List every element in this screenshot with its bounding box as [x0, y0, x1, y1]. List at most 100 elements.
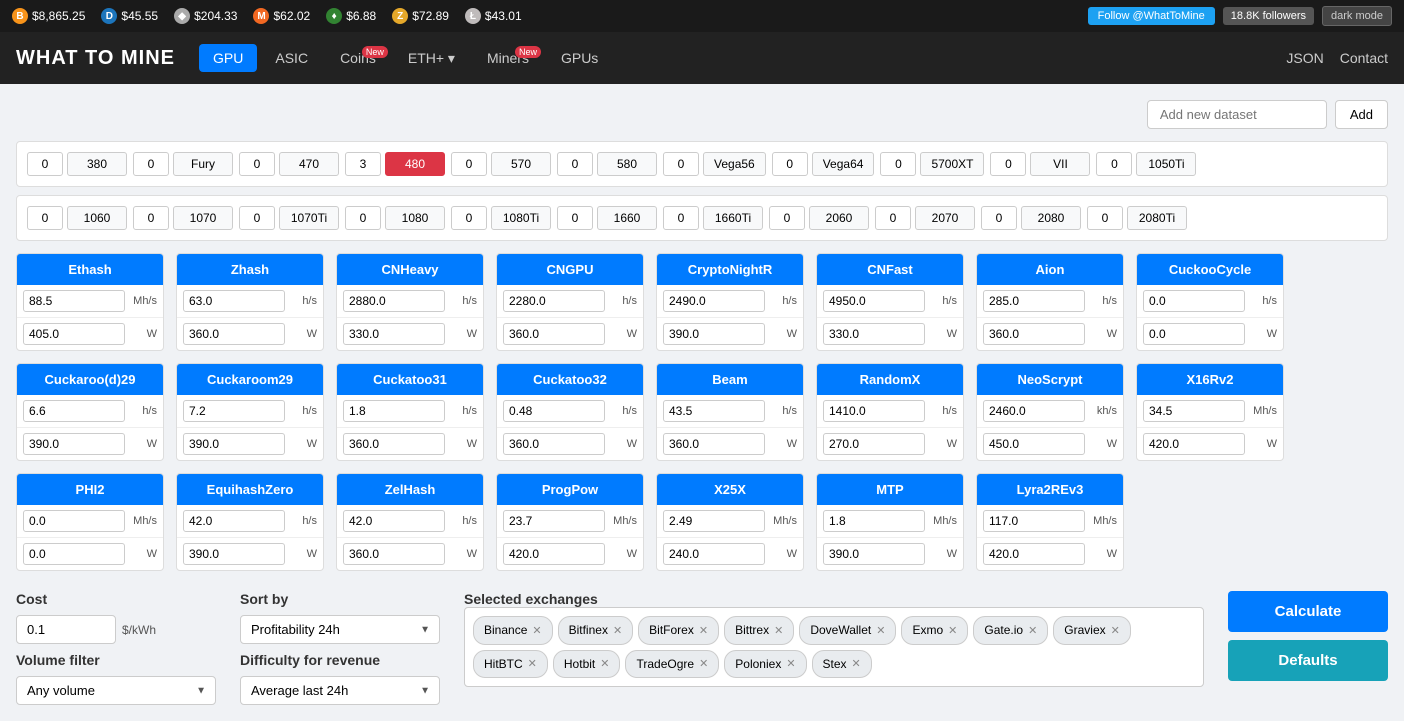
algo-power-input[interactable]: [183, 433, 285, 455]
algo-power-input[interactable]: [663, 433, 765, 455]
algo-header[interactable]: Cuckatoo32: [497, 364, 643, 395]
algo-hashrate-input[interactable]: [1143, 290, 1245, 312]
gpu-count-input[interactable]: [663, 152, 699, 176]
sort-select[interactable]: Profitability 24h Profitability 1h Reven…: [240, 615, 440, 644]
algo-header[interactable]: Lyra2REv3: [977, 474, 1123, 505]
algo-power-input[interactable]: [983, 543, 1085, 565]
gpu-name-button[interactable]: 1080: [385, 206, 445, 230]
algo-header[interactable]: Beam: [657, 364, 803, 395]
gpu-name-button[interactable]: 2080: [1021, 206, 1081, 230]
add-dataset-button[interactable]: Add: [1335, 100, 1388, 129]
algo-hashrate-input[interactable]: [503, 290, 605, 312]
algo-hashrate-input[interactable]: [503, 510, 605, 532]
dataset-input[interactable]: [1147, 100, 1327, 129]
gpu-name-button[interactable]: 1660Ti: [703, 206, 763, 230]
gpu-name-button[interactable]: Vega56: [703, 152, 766, 176]
algo-hashrate-input[interactable]: [663, 510, 765, 532]
algo-header[interactable]: EquihashZero: [177, 474, 323, 505]
algo-hashrate-input[interactable]: [343, 290, 445, 312]
algo-header[interactable]: Aion: [977, 254, 1123, 285]
algo-power-input[interactable]: [343, 433, 445, 455]
algo-power-input[interactable]: [1143, 433, 1245, 455]
algo-hashrate-input[interactable]: [343, 510, 445, 532]
exchange-remove[interactable]: ✕: [613, 624, 622, 637]
gpu-count-input[interactable]: [451, 206, 487, 230]
algo-power-input[interactable]: [183, 323, 285, 345]
gpu-name-button[interactable]: 1660: [597, 206, 657, 230]
algo-power-input[interactable]: [23, 543, 125, 565]
nav-item-coins[interactable]: Coins New: [326, 44, 390, 72]
algo-header[interactable]: CryptoNightR: [657, 254, 803, 285]
exchange-remove[interactable]: ✕: [948, 624, 957, 637]
exchange-remove[interactable]: ✕: [852, 657, 861, 670]
gpu-name-button[interactable]: 1060: [67, 206, 127, 230]
gpu-count-input[interactable]: [27, 206, 63, 230]
algo-hashrate-input[interactable]: [183, 290, 285, 312]
algo-hashrate-input[interactable]: [343, 400, 445, 422]
gpu-name-button[interactable]: Fury: [173, 152, 233, 176]
algo-power-input[interactable]: [23, 323, 125, 345]
gpu-count-input[interactable]: [27, 152, 63, 176]
nav-item-eth[interactable]: ETH+ ▾: [394, 44, 469, 73]
algo-hashrate-input[interactable]: [23, 290, 125, 312]
algo-hashrate-input[interactable]: [1143, 400, 1245, 422]
algo-header[interactable]: PHI2: [17, 474, 163, 505]
nav-item-gpu[interactable]: GPU: [199, 44, 257, 72]
algo-header[interactable]: Cuckatoo31: [337, 364, 483, 395]
defaults-button[interactable]: Defaults: [1228, 640, 1388, 681]
gpu-count-input[interactable]: [981, 206, 1017, 230]
gpu-count-input[interactable]: [990, 152, 1026, 176]
exchange-remove[interactable]: ✕: [774, 624, 783, 637]
algo-header[interactable]: Ethash: [17, 254, 163, 285]
exchange-remove[interactable]: ✕: [528, 657, 537, 670]
gpu-count-input[interactable]: [875, 206, 911, 230]
algo-power-input[interactable]: [663, 323, 765, 345]
algo-header[interactable]: Cuckaroom29: [177, 364, 323, 395]
exchange-remove[interactable]: ✕: [1111, 624, 1120, 637]
gpu-count-input[interactable]: [239, 152, 275, 176]
algo-header[interactable]: RandomX: [817, 364, 963, 395]
gpu-name-button[interactable]: 2070: [915, 206, 975, 230]
algo-hashrate-input[interactable]: [823, 400, 925, 422]
gpu-count-input[interactable]: [451, 152, 487, 176]
follow-button[interactable]: Follow @WhatToMine: [1088, 7, 1215, 25]
algo-header[interactable]: NeoScrypt: [977, 364, 1123, 395]
gpu-name-button[interactable]: 470: [279, 152, 339, 176]
nav-item-miners[interactable]: Miners New: [473, 44, 543, 72]
exchange-remove[interactable]: ✕: [532, 624, 541, 637]
algo-hashrate-input[interactable]: [663, 400, 765, 422]
algo-power-input[interactable]: [663, 543, 765, 565]
gpu-count-input[interactable]: [663, 206, 699, 230]
gpu-count-input[interactable]: [880, 152, 916, 176]
algo-power-input[interactable]: [503, 433, 605, 455]
algo-power-input[interactable]: [503, 543, 605, 565]
nav-item-gpus[interactable]: GPUs: [547, 44, 612, 72]
gpu-count-input[interactable]: [239, 206, 275, 230]
algo-power-input[interactable]: [983, 433, 1085, 455]
algo-power-input[interactable]: [823, 433, 925, 455]
gpu-name-button[interactable]: Vega64: [812, 152, 875, 176]
nav-json[interactable]: JSON: [1286, 50, 1323, 66]
gpu-name-button[interactable]: 1070: [173, 206, 233, 230]
algo-header[interactable]: X16Rv2: [1137, 364, 1283, 395]
gpu-name-button[interactable]: 570: [491, 152, 551, 176]
algo-header[interactable]: ProgPow: [497, 474, 643, 505]
gpu-name-button[interactable]: 1050Ti: [1136, 152, 1196, 176]
gpu-count-input[interactable]: [1096, 152, 1132, 176]
gpu-count-input[interactable]: [769, 206, 805, 230]
algo-header[interactable]: X25X: [657, 474, 803, 505]
gpu-name-button[interactable]: 480: [385, 152, 445, 176]
algo-hashrate-input[interactable]: [23, 510, 125, 532]
gpu-count-input[interactable]: [557, 152, 593, 176]
algo-power-input[interactable]: [983, 323, 1085, 345]
algo-power-input[interactable]: [823, 543, 925, 565]
algo-hashrate-input[interactable]: [983, 290, 1085, 312]
exchange-remove[interactable]: ✕: [600, 657, 609, 670]
gpu-count-input[interactable]: [133, 206, 169, 230]
algo-header[interactable]: Cuckaroo(d)29: [17, 364, 163, 395]
cost-input[interactable]: [16, 615, 116, 644]
exchange-remove[interactable]: ✕: [786, 657, 795, 670]
algo-header[interactable]: CNHeavy: [337, 254, 483, 285]
algo-power-input[interactable]: [343, 543, 445, 565]
gpu-name-button[interactable]: 1070Ti: [279, 206, 339, 230]
